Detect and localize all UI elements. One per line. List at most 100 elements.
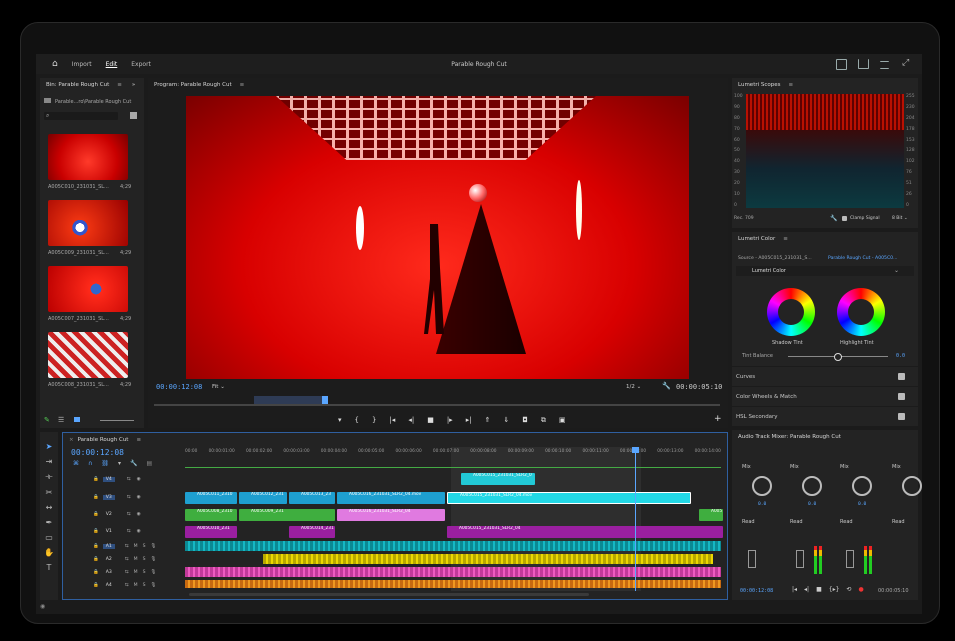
razor-icon[interactable]: ✂ xyxy=(46,488,53,497)
timeline-clip[interactable]: A005C015_231031_SLR2_0 xyxy=(461,473,535,485)
step-forward-icon[interactable]: |▸ xyxy=(447,416,453,425)
pen-icon[interactable]: ✒ xyxy=(46,518,53,527)
clip-thumbnail[interactable] xyxy=(48,134,128,180)
timeline-scrollbar[interactable] xyxy=(189,593,589,596)
timeline-clip[interactable]: A005C015_231031_SLR2_04.mov xyxy=(447,492,691,504)
lock-icon[interactable]: 🔒 xyxy=(93,495,99,500)
menu-icon[interactable]: ≡ xyxy=(136,437,141,443)
sync-icon[interactable]: ⇆ xyxy=(125,583,129,588)
mic-icon[interactable]: 🎙 xyxy=(151,570,157,575)
clip-thumbnail[interactable] xyxy=(48,332,128,378)
fullscreen-icon[interactable]: ⤢ xyxy=(902,58,909,68)
track-label[interactable]: A1 xyxy=(102,544,115,549)
pencil-icon[interactable]: ✎ xyxy=(44,416,50,424)
target-dropdown[interactable]: Parable Rough Cut - A005C0... xyxy=(828,256,897,261)
pan-knob[interactable] xyxy=(802,476,822,496)
timeline-clip[interactable]: A005C012_231 xyxy=(239,492,287,504)
automation-dropdown[interactable]: Read xyxy=(892,519,905,525)
step-back-icon[interactable]: ◂| xyxy=(408,416,414,425)
pan-knob[interactable] xyxy=(902,476,922,496)
section-checkbox[interactable] xyxy=(898,393,905,400)
solo-button[interactable]: S xyxy=(143,583,146,588)
timeline-playhead[interactable] xyxy=(635,447,636,591)
marker-icon[interactable]: ▾ xyxy=(338,416,342,425)
icon-view-icon[interactable] xyxy=(74,417,80,422)
bin-tab[interactable]: Bin: Parable Rough Cut ≡ » xyxy=(40,78,144,92)
audio-clip-a2[interactable] xyxy=(263,554,713,564)
solo-button[interactable]: S xyxy=(143,557,146,562)
zoom-slider[interactable] xyxy=(100,420,134,421)
go-to-in-icon[interactable]: |◂ xyxy=(792,586,797,593)
clip-thumbnail[interactable] xyxy=(48,266,128,312)
sliders-icon[interactable] xyxy=(880,61,889,69)
camera-icon[interactable]: ◘ xyxy=(522,416,528,425)
solo-button[interactable]: S xyxy=(143,544,146,549)
wrench-icon[interactable]: 🔧 xyxy=(662,382,671,390)
mute-button[interactable]: M xyxy=(134,570,138,575)
new-bin-icon[interactable] xyxy=(130,112,137,119)
highlight-tint-wheel[interactable] xyxy=(837,288,885,336)
marker-icon[interactable]: ▾ xyxy=(118,460,121,467)
play-in-out-icon[interactable]: {▸} xyxy=(829,586,840,593)
nest-icon[interactable]: ⌘ xyxy=(73,460,79,467)
clamp-checkbox[interactable] xyxy=(842,216,847,221)
go-to-in-icon[interactable]: |◂ xyxy=(389,416,395,425)
bit-depth-dropdown[interactable]: 8 Bit ⌄ xyxy=(892,216,908,221)
timeline-clip[interactable]: A005 xyxy=(699,509,723,521)
playhead-handle[interactable] xyxy=(632,447,639,453)
mic-icon[interactable]: 🎙 xyxy=(151,583,157,588)
track-label[interactable]: V1 xyxy=(103,529,115,534)
timeline-timecode[interactable]: 00:00:12:08 xyxy=(71,448,124,457)
sync-icon[interactable]: ⇆ xyxy=(127,495,131,500)
wrench-icon[interactable]: 🔧 xyxy=(130,460,137,467)
solo-button[interactable]: S xyxy=(143,570,146,575)
automation-dropdown[interactable]: Read xyxy=(790,519,803,525)
volume-fader[interactable] xyxy=(796,550,804,568)
lock-icon[interactable]: 🔒 xyxy=(93,570,99,575)
timeline-tab[interactable]: × Parable Rough Cut ≡ xyxy=(63,433,727,447)
eye-icon[interactable]: ◉ xyxy=(137,512,141,517)
shadow-tint-wheel[interactable] xyxy=(767,288,815,336)
extract-icon[interactable]: ⇓ xyxy=(503,416,509,425)
pan-value[interactable]: 0.0 xyxy=(858,502,866,507)
volume-fader[interactable] xyxy=(748,550,756,568)
section-color-wheels[interactable]: Color Wheels & Match xyxy=(732,386,918,406)
section-checkbox[interactable] xyxy=(898,413,905,420)
stop-icon[interactable]: ■ xyxy=(816,586,822,593)
program-scrubber[interactable] xyxy=(154,404,720,406)
audio-clip-a4[interactable] xyxy=(185,580,721,588)
timeline-clip[interactable]: A005C016_231031_SLR2_04 xyxy=(337,509,445,521)
pan-value[interactable]: 0.0 xyxy=(808,502,816,507)
timeline-clip[interactable]: A005C008_2310 xyxy=(185,509,237,521)
type-tool-icon[interactable]: T xyxy=(47,563,52,572)
mute-button[interactable]: M xyxy=(134,544,138,549)
sync-icon[interactable]: ⇆ xyxy=(127,512,131,517)
pan-knob[interactable] xyxy=(752,476,772,496)
track-label[interactable]: A3 xyxy=(103,570,115,575)
mix-dropdown[interactable]: Mix xyxy=(790,464,799,470)
scopes-tab[interactable]: Lumetri Scopes ≡ xyxy=(732,78,918,92)
workspace-icon[interactable] xyxy=(836,59,847,70)
menu-icon[interactable]: ≡ xyxy=(789,82,794,88)
lock-icon[interactable]: 🔒 xyxy=(93,529,99,534)
track-label[interactable]: V2 xyxy=(103,512,115,517)
playhead[interactable] xyxy=(322,396,328,404)
mix-dropdown[interactable]: Mix xyxy=(892,464,901,470)
go-to-out-icon[interactable]: ▸| xyxy=(466,416,472,425)
mic-icon[interactable]: 🎙 xyxy=(151,557,157,562)
captions-icon[interactable]: ▤ xyxy=(147,460,153,467)
lock-icon[interactable]: 🔒 xyxy=(93,557,99,562)
lock-icon[interactable]: 🔒 xyxy=(93,544,99,549)
lift-icon[interactable]: ⇑ xyxy=(485,416,491,425)
timeline-clip[interactable]: A005C016_231031_SLR2_04.mov xyxy=(337,492,445,504)
expand-icon[interactable]: » xyxy=(132,82,135,88)
step-back-icon[interactable]: ◂| xyxy=(804,586,809,593)
timeline-clip[interactable]: A005C014_231 xyxy=(289,526,335,538)
section-curves[interactable]: Curves xyxy=(732,366,918,386)
export-frame-icon[interactable]: ▣ xyxy=(559,416,566,425)
selection-tool-icon[interactable]: ➤ xyxy=(46,442,53,451)
lock-icon[interactable]: 🔒 xyxy=(93,477,99,482)
lock-icon[interactable]: 🔒 xyxy=(93,583,99,588)
bin-search-input[interactable]: ⌕ xyxy=(44,112,118,120)
stop-icon[interactable]: ■ xyxy=(427,416,434,425)
